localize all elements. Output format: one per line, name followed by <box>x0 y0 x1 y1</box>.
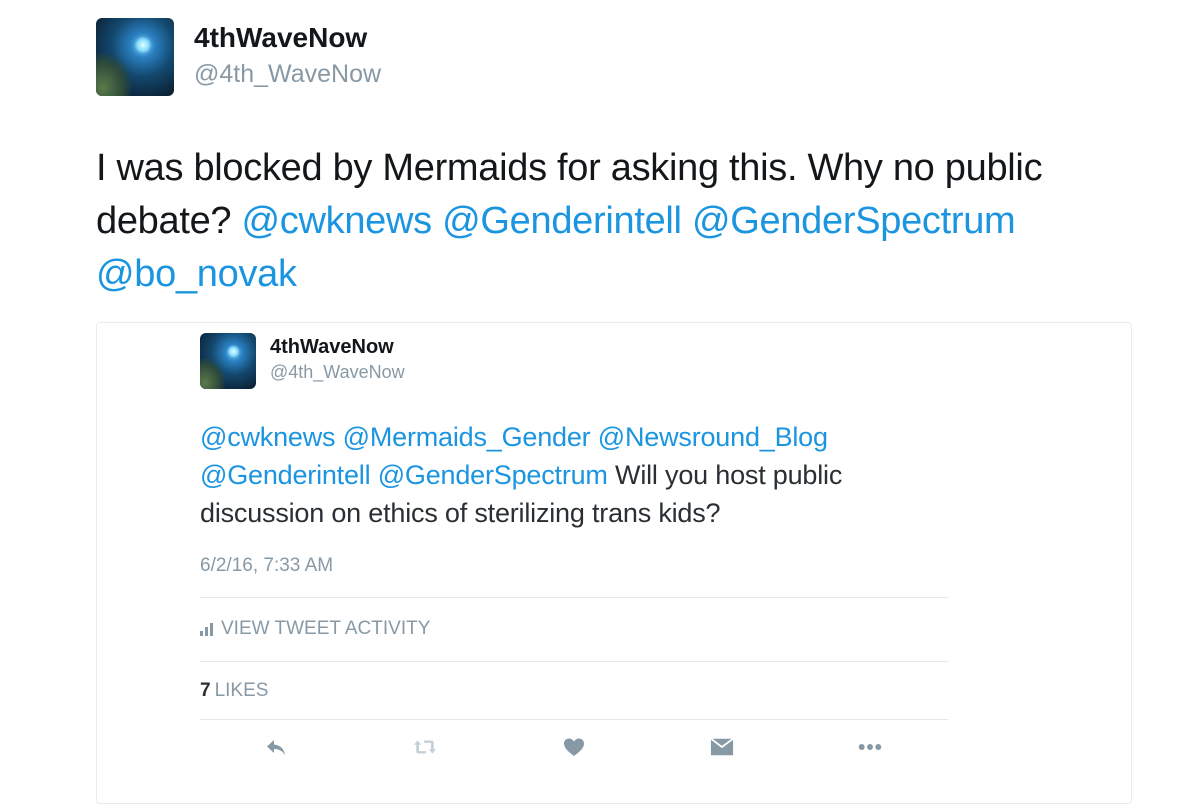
tweet-text-line: discussion on ethics of sterilizing tran… <box>200 498 721 528</box>
tweet-timestamp[interactable]: 6/2/16, 7:33 AM <box>200 555 333 577</box>
activity-bars-icon <box>200 622 213 636</box>
tweet-text-line: I was blocked by Mermaids for asking thi… <box>96 147 1043 189</box>
author-name[interactable]: 4thWaveNow <box>194 22 367 54</box>
divider <box>200 661 948 662</box>
tweet-text: I was blocked by Mermaids for asking thi… <box>96 142 1156 301</box>
divider <box>200 719 948 720</box>
mention-link[interactable]: @GenderSpectrum <box>692 200 1016 242</box>
quoted-author-handle[interactable]: @4th_WaveNow <box>270 362 405 383</box>
mention-link[interactable]: @cwknews <box>242 200 433 242</box>
author-avatar[interactable] <box>96 18 174 96</box>
reply-icon[interactable] <box>264 735 288 759</box>
tweet-text-fragment: Will you host public <box>615 460 843 490</box>
mention-link[interactable]: @cwknews <box>200 422 336 452</box>
likes-count-link[interactable]: 7 LIKES <box>200 680 268 702</box>
mention-link[interactable]: @Mermaids_Gender <box>343 422 591 452</box>
like-heart-icon[interactable] <box>562 735 586 759</box>
divider <box>200 597 948 598</box>
direct-message-icon[interactable] <box>710 735 734 759</box>
quoted-tweet-text: @cwknews @Mermaids_Gender @Newsround_Blo… <box>200 418 960 532</box>
mention-link[interactable]: @Genderintell <box>200 460 371 490</box>
retweet-icon[interactable] <box>413 735 437 759</box>
mention-link[interactable]: @Genderintell <box>442 200 682 242</box>
mention-link[interactable]: @Newsround_Blog <box>598 422 828 452</box>
tweet-text-fragment: debate? <box>96 200 232 242</box>
activity-label: VIEW TWEET ACTIVITY <box>221 618 431 639</box>
author-handle[interactable]: @4th_WaveNow <box>194 60 381 89</box>
mention-link[interactable]: @GenderSpectrum <box>378 460 608 490</box>
likes-label: LIKES <box>214 680 269 701</box>
quoted-author-name[interactable]: 4thWaveNow <box>270 336 394 359</box>
likes-count: 7 <box>200 680 211 701</box>
more-dots-icon[interactable] <box>858 735 882 759</box>
quoted-author-avatar[interactable] <box>200 333 256 389</box>
view-tweet-activity-link[interactable]: VIEW TWEET ACTIVITY <box>200 618 430 640</box>
mention-link[interactable]: @bo_novak <box>96 253 297 295</box>
